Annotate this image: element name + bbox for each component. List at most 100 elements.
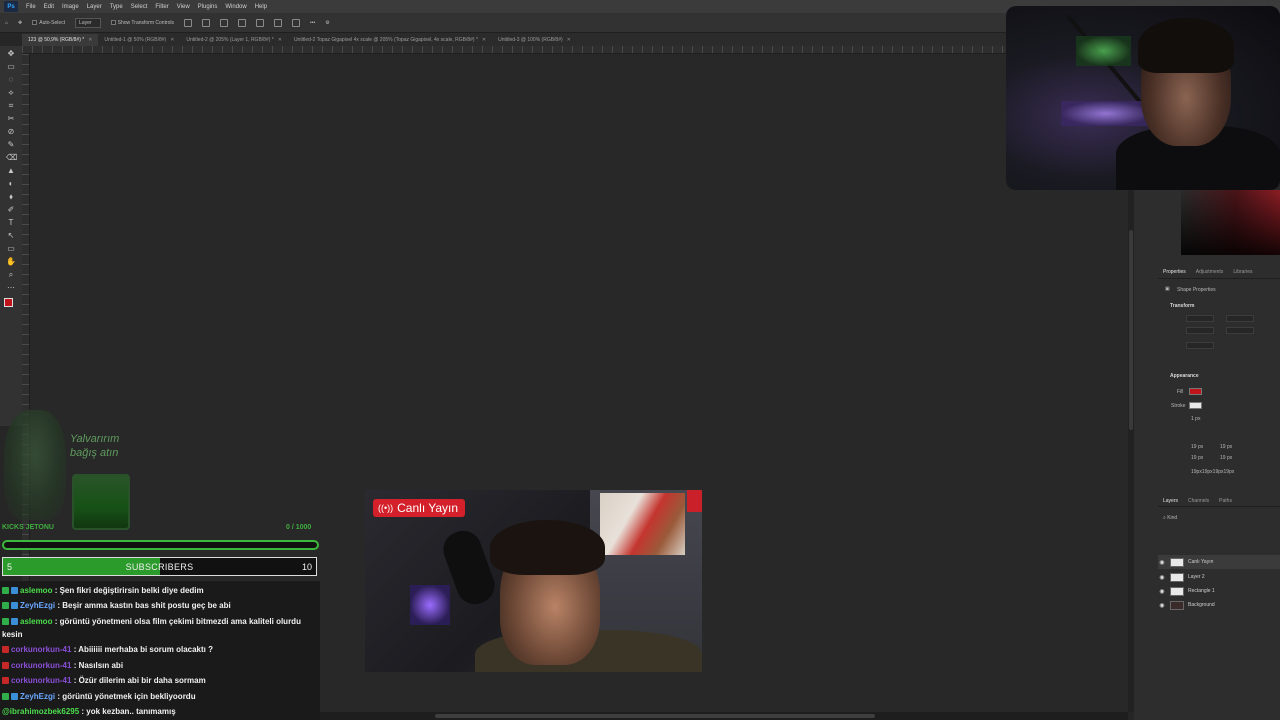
sub-badge-icon: [11, 602, 18, 609]
dodge-tool-icon[interactable]: ◐: [6, 179, 16, 188]
angle-field[interactable]: [1186, 342, 1214, 349]
tab-libraries[interactable]: Libraries: [1228, 269, 1257, 275]
document-tab[interactable]: 123 @ 50,9% (RGB/8#) * ✕: [22, 34, 99, 46]
layer-thumbnail: [1170, 600, 1184, 610]
close-icon[interactable]: ✕: [170, 37, 174, 43]
tab-layers[interactable]: Layers: [1158, 498, 1183, 504]
close-icon[interactable]: ✕: [567, 37, 571, 43]
distribute-icon[interactable]: [238, 18, 247, 27]
eye-icon[interactable]: ◉: [1158, 588, 1166, 595]
marquee-tool-icon[interactable]: ▭: [6, 62, 16, 71]
x-field[interactable]: [1226, 315, 1254, 322]
path-select-tool-icon[interactable]: ↖: [6, 231, 16, 240]
blur-tool-icon[interactable]: ⬧: [6, 192, 16, 201]
align-bottom-icon[interactable]: [292, 18, 301, 27]
horizontal-ruler[interactable]: [22, 46, 1132, 54]
width-field[interactable]: [1186, 315, 1214, 322]
layer-row[interactable]: ◉ Canlı Yayın: [1158, 555, 1280, 569]
close-icon[interactable]: ✕: [278, 37, 282, 43]
layer-row[interactable]: ◉ Rectangle 1: [1158, 584, 1280, 598]
fill-tool-icon[interactable]: ▲: [6, 166, 16, 175]
lasso-tool-icon[interactable]: ◌: [6, 75, 16, 84]
align-center-icon[interactable]: [202, 18, 211, 27]
more-options-button[interactable]: •••: [310, 20, 315, 26]
eye-icon[interactable]: ◉: [1158, 602, 1166, 609]
chat-text: : Beşir amma kastın bas shit postu geç b…: [55, 601, 231, 610]
stroke-width-value[interactable]: 1 px: [1191, 416, 1200, 422]
y-field[interactable]: [1226, 327, 1254, 334]
layer-select-dropdown[interactable]: Layer: [75, 17, 101, 28]
eraser-tool-icon[interactable]: ⌫: [6, 153, 17, 162]
stroke-color-swatch[interactable]: [1189, 402, 1202, 409]
transform-controls-checkbox[interactable]: [110, 20, 116, 25]
move-tool-icon[interactable]: ✥: [18, 20, 22, 26]
menu-filter[interactable]: Filter: [151, 4, 172, 10]
document-tab[interactable]: Untitled-2 @ 205% (Layer 1, RGB/8#) * ✕: [180, 34, 288, 46]
eyedropper-tool-icon[interactable]: ⊘: [6, 127, 16, 136]
layer-row[interactable]: ◉ Layer 2: [1158, 570, 1280, 584]
menu-layer[interactable]: Layer: [83, 4, 106, 10]
transform-controls-option[interactable]: Show Transform Controls: [110, 20, 174, 26]
frame-tool-icon[interactable]: ✂: [6, 114, 16, 123]
corner-radius-tr[interactable]: 19 px: [1220, 444, 1232, 450]
auto-select-checkbox[interactable]: [32, 20, 38, 25]
tab-adjustments[interactable]: Adjustments: [1191, 269, 1229, 275]
scrollbar-thumb[interactable]: [1129, 230, 1133, 430]
sub-badge-icon: [11, 618, 18, 625]
menu-edit[interactable]: Edit: [40, 4, 58, 10]
menu-file[interactable]: File: [22, 4, 40, 10]
menu-plugins[interactable]: Plugins: [194, 4, 222, 10]
close-icon[interactable]: ✕: [88, 37, 92, 43]
fill-color-swatch[interactable]: [1189, 388, 1202, 395]
layer-filter-kind[interactable]: ⌕ Kind: [1163, 515, 1177, 521]
document-tab[interactable]: Untitled-2 Topaz Gigapixel 4x scale @ 20…: [288, 34, 492, 46]
menu-select[interactable]: Select: [127, 4, 152, 10]
color-swatches[interactable]: [4, 298, 18, 312]
layer-row[interactable]: ◉ Background: [1158, 598, 1280, 612]
home-icon[interactable]: ⌂: [5, 20, 8, 26]
foreground-color-swatch[interactable]: [4, 298, 13, 307]
tab-paths[interactable]: Paths: [1214, 498, 1237, 504]
brush-tool-icon[interactable]: ✎: [6, 140, 16, 149]
auto-select-option[interactable]: Auto-Select: [32, 20, 65, 26]
rectangle-tool-icon[interactable]: ▭: [6, 244, 16, 253]
align-left-icon[interactable]: [184, 18, 193, 27]
menu-image[interactable]: Image: [58, 4, 83, 10]
corner-radius-bl[interactable]: 19 px: [1191, 455, 1203, 461]
document-tab[interactable]: Untitled-1 @ 50% (RGB/8#) ✕: [98, 34, 180, 46]
scrollbar-thumb[interactable]: [435, 714, 875, 718]
tab-properties[interactable]: Properties: [1158, 269, 1191, 275]
move-tool-icon[interactable]: ✥: [6, 49, 16, 58]
align-right-icon[interactable]: [220, 18, 229, 27]
tab-channels[interactable]: Channels: [1183, 498, 1214, 504]
document-tab[interactable]: Untitled-3 @ 100% (RGB/8#) ✕: [492, 34, 577, 46]
hand-tool-icon[interactable]: ✋: [6, 257, 16, 266]
more-tools-icon[interactable]: ⋯: [6, 283, 16, 292]
zoom-tool-icon[interactable]: ⌕: [6, 270, 16, 279]
corner-radius-tl[interactable]: 19 px: [1191, 444, 1203, 450]
quick-select-tool-icon[interactable]: ⟡: [6, 88, 16, 97]
menu-view[interactable]: View: [173, 4, 194, 10]
kick-badge-icon: [2, 618, 9, 625]
preview-streamer-hair: [490, 520, 605, 575]
menu-help[interactable]: Help: [251, 4, 271, 10]
height-field[interactable]: [1186, 327, 1214, 334]
eye-icon[interactable]: ◉: [1158, 574, 1166, 581]
appearance-section-title[interactable]: Appearance: [1170, 373, 1199, 379]
photoshop-logo-icon[interactable]: Ps: [4, 1, 18, 12]
align-middle-icon[interactable]: [274, 18, 283, 27]
crop-tool-icon[interactable]: ⌗: [6, 101, 16, 110]
type-tool-icon[interactable]: T: [6, 218, 16, 227]
menu-window[interactable]: Window: [221, 4, 250, 10]
pen-tool-icon[interactable]: ✐: [6, 205, 16, 214]
eye-icon[interactable]: ◉: [1158, 559, 1166, 566]
menu-type[interactable]: Type: [106, 4, 127, 10]
corner-radius-br[interactable]: 19 px: [1220, 455, 1232, 461]
gear-icon[interactable]: ⚙: [325, 20, 329, 26]
color-picker-field[interactable]: [1181, 190, 1280, 255]
close-icon[interactable]: ✕: [482, 37, 486, 43]
layer-name: Canlı Yayın: [1188, 559, 1214, 565]
donation-caption-line: bağış atın: [70, 447, 119, 459]
align-top-icon[interactable]: [256, 18, 265, 27]
transform-section-title[interactable]: Transform: [1170, 303, 1194, 309]
